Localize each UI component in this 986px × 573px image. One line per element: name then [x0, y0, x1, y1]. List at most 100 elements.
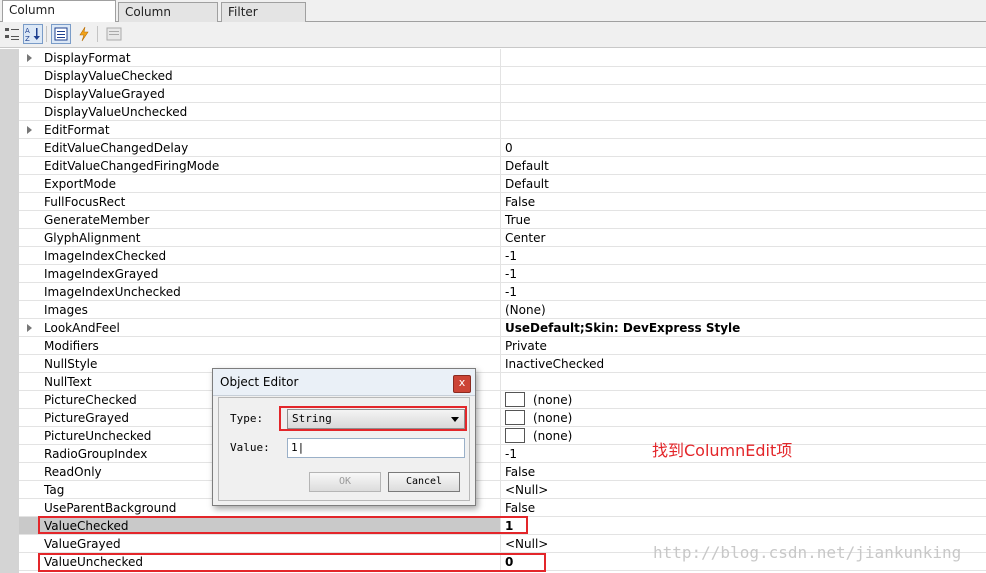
close-icon[interactable]: x — [453, 375, 471, 393]
property-row[interactable]: NullStyle InactiveChecked — [19, 355, 986, 373]
property-value[interactable]: 1 — [500, 517, 986, 534]
property-row[interactable]: EditValueChangedDelay 0 — [19, 139, 986, 157]
property-value[interactable]: -1 — [500, 265, 986, 282]
property-name: GenerateMember — [44, 213, 150, 227]
expand-icon[interactable] — [27, 54, 32, 62]
property-value[interactable]: 0 — [500, 139, 986, 156]
property-row[interactable]: RadioGroupIndex -1 — [19, 445, 986, 463]
property-value-text: -1 — [505, 249, 517, 263]
property-value-text: <Null> — [505, 537, 549, 551]
property-name: EditValueChangedDelay — [44, 141, 189, 155]
property-pages-icon[interactable] — [104, 24, 124, 44]
property-row[interactable]: ExportMode Default — [19, 175, 986, 193]
property-row[interactable]: ImageIndexUnchecked -1 — [19, 283, 986, 301]
sort-alphabetical-icon[interactable]: AZ — [23, 24, 43, 44]
property-value[interactable]: False — [500, 463, 986, 480]
property-value[interactable]: UseDefault;Skin: DevExpress Style — [500, 319, 986, 336]
cancel-button[interactable]: Cancel — [388, 472, 460, 492]
property-value[interactable] — [500, 373, 986, 390]
property-name: ReadOnly — [44, 465, 102, 479]
property-row[interactable]: FullFocusRect False — [19, 193, 986, 211]
property-row[interactable]: ImageIndexChecked -1 — [19, 247, 986, 265]
property-value[interactable]: InactiveChecked — [500, 355, 986, 372]
property-row[interactable]: GenerateMember True — [19, 211, 986, 229]
property-row[interactable]: EditValueChangedFiringMode Default — [19, 157, 986, 175]
categorized-icon[interactable] — [2, 24, 22, 44]
property-row[interactable]: PictureChecked (none) — [19, 391, 986, 409]
property-value[interactable]: False — [500, 499, 986, 516]
lightning-icon[interactable] — [74, 24, 94, 44]
picture-swatch — [505, 410, 525, 425]
expand-icon[interactable] — [27, 324, 32, 332]
toolbar-separator — [46, 26, 47, 42]
property-value[interactable]: -1 — [500, 247, 986, 264]
property-row[interactable]: EditFormat — [19, 121, 986, 139]
property-value[interactable]: Center — [500, 229, 986, 246]
property-value-text: -1 — [505, 267, 517, 281]
property-name: DisplayValueGrayed — [44, 87, 165, 101]
property-name: NullText — [44, 375, 92, 389]
property-row[interactable]: PictureUnchecked (none) — [19, 427, 986, 445]
tab-column-options[interactable]: Column options — [118, 2, 218, 38]
property-value[interactable]: -1 — [500, 283, 986, 300]
property-value-text: Private — [505, 339, 547, 353]
property-value[interactable] — [500, 67, 986, 84]
property-row[interactable]: GlyphAlignment Center — [19, 229, 986, 247]
property-row[interactable]: DisplayValueUnchecked — [19, 103, 986, 121]
value-label: Value: — [230, 441, 270, 454]
property-value[interactable]: (none) — [500, 409, 986, 426]
property-name: EditFormat — [44, 123, 110, 137]
property-value[interactable] — [500, 121, 986, 138]
tab-filter-options[interactable]: Filter options — [221, 2, 306, 38]
property-name: PictureGrayed — [44, 411, 129, 425]
property-row[interactable]: DisplayValueGrayed — [19, 85, 986, 103]
property-value[interactable] — [500, 103, 986, 120]
property-row[interactable]: DisplayValueChecked — [19, 67, 986, 85]
property-value[interactable]: Default — [500, 175, 986, 192]
property-row[interactable]: Modifiers Private — [19, 337, 986, 355]
dialog-titlebar: Object Editor x — [213, 369, 475, 396]
property-row[interactable]: PictureGrayed (none) — [19, 409, 986, 427]
tab-bar: Column properties Column options Filter … — [0, 0, 986, 38]
property-name: ImageIndexGrayed — [44, 267, 159, 281]
property-value[interactable]: (none) — [500, 391, 986, 408]
property-name: ExportMode — [44, 177, 116, 191]
property-value[interactable]: True — [500, 211, 986, 228]
property-value[interactable] — [500, 85, 986, 102]
property-row[interactable]: Images (None) — [19, 301, 986, 319]
property-name: LookAndFeel — [44, 321, 120, 335]
property-name: RadioGroupIndex — [44, 447, 148, 461]
property-value-text: -1 — [505, 447, 517, 461]
property-row[interactable]: UseParentBackground False — [19, 499, 986, 517]
property-value[interactable]: Default — [500, 157, 986, 174]
property-value[interactable]: <Null> — [500, 481, 986, 498]
property-value-text: (None) — [505, 303, 546, 317]
property-value[interactable]: False — [500, 193, 986, 210]
property-name: ValueGrayed — [44, 537, 121, 551]
property-value-text: Center — [505, 231, 546, 245]
property-value-text: <Null> — [505, 483, 549, 497]
property-row[interactable]: ReadOnly False — [19, 463, 986, 481]
tab-column-properties[interactable]: Column properties — [2, 0, 116, 36]
expand-icon[interactable] — [27, 126, 32, 134]
property-name: PictureUnchecked — [44, 429, 152, 443]
property-value[interactable]: (None) — [500, 301, 986, 318]
property-grid: DisplayFormat DisplayValueChecked DisplayV… — [0, 49, 986, 573]
annotation-text: 找到ColumnEdit项 — [652, 441, 793, 460]
property-value-text: (none) — [533, 393, 573, 407]
property-name: DisplayValueChecked — [44, 69, 173, 83]
properties-icon[interactable] — [51, 24, 71, 44]
property-name: PictureChecked — [44, 393, 137, 407]
value-input[interactable]: 1| — [287, 438, 465, 458]
property-name: NullStyle — [44, 357, 98, 371]
property-row[interactable]: NullText — [19, 373, 986, 391]
property-name: Tag — [44, 483, 65, 497]
property-value[interactable] — [500, 49, 986, 66]
ok-button[interactable]: OK — [309, 472, 381, 492]
property-row[interactable]: DisplayFormat — [19, 49, 986, 67]
property-value-text: Default — [505, 177, 549, 191]
property-row[interactable]: ImageIndexGrayed -1 — [19, 265, 986, 283]
property-row[interactable]: Tag <Null> — [19, 481, 986, 499]
property-value[interactable]: Private — [500, 337, 986, 354]
property-row[interactable]: LookAndFeel UseDefault;Skin: DevExpress S… — [19, 319, 986, 337]
